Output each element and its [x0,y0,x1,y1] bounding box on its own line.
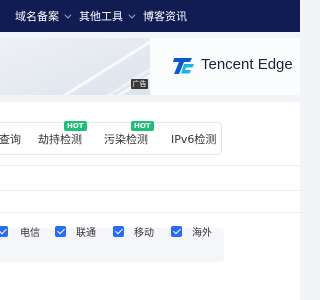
banner-graphic: 广告 [0,38,150,95]
divider [0,165,300,166]
brand-text: Tencent Edge [201,56,293,73]
nav-item-domain-filing[interactable]: 域名备案 [15,0,72,32]
hot-badge: HOT [64,121,87,131]
ad-banner[interactable]: 广告 Tencent Edge [0,38,300,95]
checkbox-label: 联通 [76,227,96,239]
tab-hijack-check[interactable]: 劫持检测 [38,131,82,147]
hot-badge: HOT [131,121,154,131]
checkbox-telecom[interactable]: 电信 [0,225,40,239]
divider [0,190,300,191]
checkbox-label: 电信 [20,227,40,239]
checkbox-overseas[interactable]: 海外 [171,225,212,239]
chevron-down-icon [64,11,72,19]
chevron-down-icon [128,11,136,19]
nav-item-label: 博客资讯 [143,10,187,23]
tencent-edgeone-logo-icon [173,58,194,74]
nav-item-blog[interactable]: 博客资讯 [143,0,187,32]
checkbox-checked-icon[interactable] [171,225,182,237]
banner-brand: Tencent Edge [150,38,300,95]
checkbox-mobile[interactable]: 移动 [113,225,154,239]
top-nav: 域名备案 其他工具 博客资讯 [0,0,300,32]
tab-ipv6-check[interactable]: IPv6检测 [171,131,216,147]
ad-tag: 广告 [131,79,148,89]
nav-item-label: 域名备案 [15,10,59,23]
checkbox-checked-icon[interactable] [55,225,66,237]
tab-pollution-check[interactable]: 污染检测 [104,131,148,147]
nav-item-other-tools[interactable]: 其他工具 [79,0,136,32]
checkbox-label: 海外 [192,227,212,239]
tab-query[interactable]: 查询 [0,131,21,147]
nav-item-label: 其他工具 [79,10,123,23]
divider [0,212,300,213]
checkbox-label: 移动 [134,227,154,239]
checkbox-checked-icon[interactable] [0,225,8,237]
checkbox-unicom[interactable]: 联通 [55,225,96,239]
checkbox-checked-icon[interactable] [113,225,124,237]
